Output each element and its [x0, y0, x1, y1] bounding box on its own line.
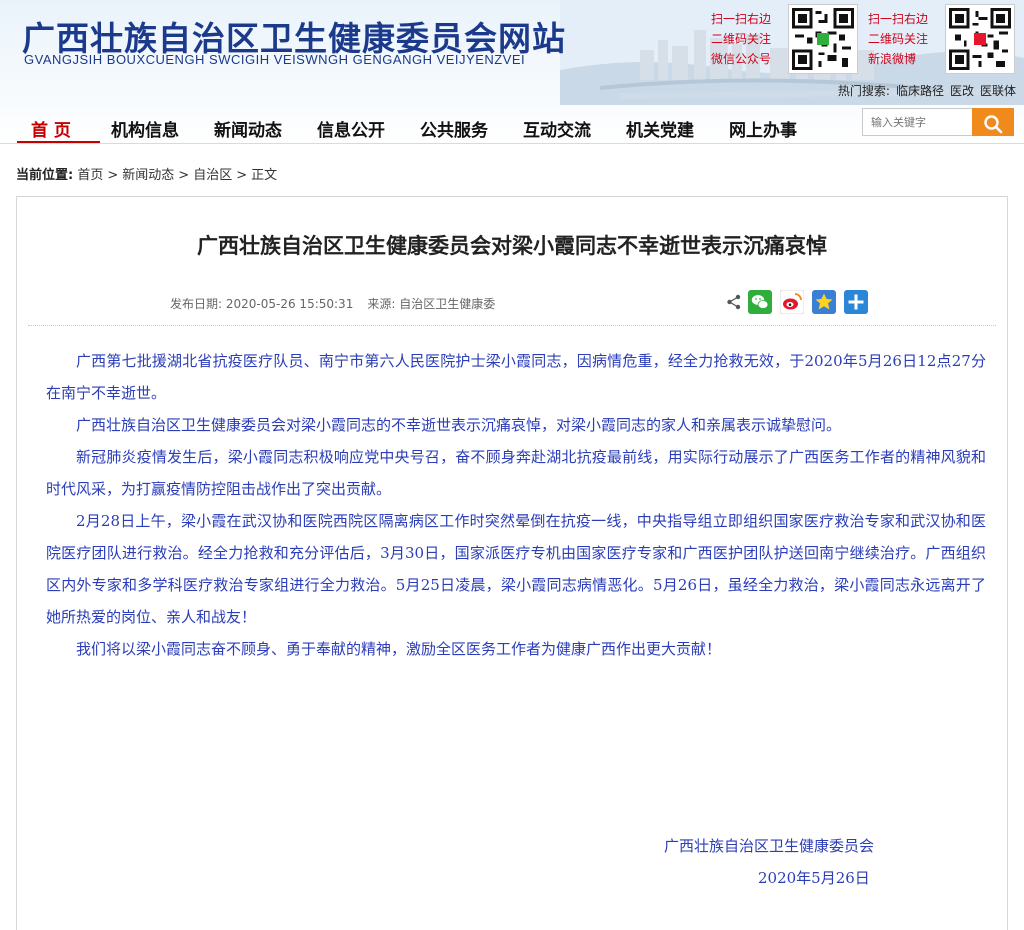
nav-divider: [0, 143, 1024, 144]
main-nav: 首 页 机构信息 新闻动态 信息公开 公共服务 互动交流 机关党建 网上办事: [0, 108, 860, 144]
nav-online-services[interactable]: 网上办事: [729, 116, 797, 141]
wechat-qr-code: [788, 4, 858, 74]
wechat-share-icon[interactable]: [748, 290, 772, 314]
breadcrumb-link[interactable]: 自治区: [193, 168, 232, 183]
breadcrumb-link[interactable]: 首页: [77, 168, 103, 183]
hot-search: 热门搜索: 临床路径 医改 医联体: [837, 84, 1016, 98]
search-icon: [984, 115, 1003, 134]
nav-home[interactable]: 首 页: [31, 116, 71, 141]
breadcrumb-current: 正文: [251, 168, 278, 183]
nav-info-disclosure[interactable]: 信息公开: [317, 116, 385, 141]
article-paragraph: 广西壮族自治区卫生健康委员会对梁小霞同志的不幸逝世表示沉痛哀悼，对梁小霞同志的家…: [76, 416, 842, 434]
nav-interaction[interactable]: 互动交流: [523, 116, 591, 141]
nav-news[interactable]: 新闻动态: [214, 116, 282, 141]
nav-party-building[interactable]: 机关党建: [626, 116, 694, 141]
breadcrumb: 当前位置: 首页 > 新闻动态 > 自治区 > 正文: [16, 168, 278, 183]
article-source: 自治区卫生健康委: [399, 297, 496, 311]
breadcrumb-link[interactable]: 新闻动态: [122, 168, 174, 183]
article-paragraph: 新冠肺炎疫情发生后，梁小霞同志积极响应党中央号召，奋不顾身奔赴湖北抗疫最前线，用…: [46, 448, 986, 498]
search-button[interactable]: [972, 108, 1014, 136]
weibo-qr-caption: 扫一扫右边 二维码关注 新浪微博: [868, 12, 929, 66]
signature-date: 2020年5月26日: [758, 869, 870, 887]
weibo-qr-code: [945, 4, 1015, 74]
nav-organization[interactable]: 机构信息: [111, 116, 179, 141]
hot-search-link[interactable]: 医改: [950, 84, 974, 98]
favorite-star-icon[interactable]: [812, 290, 836, 314]
weibo-share-icon[interactable]: [780, 290, 804, 314]
search-input[interactable]: [862, 108, 974, 136]
hot-search-link[interactable]: 临床路径: [896, 84, 944, 98]
article-title: 广西壮族自治区卫生健康委员会对梁小霞同志不幸逝世表示沉痛哀悼: [197, 234, 827, 258]
site-subtitle: GVANGJSIH BOUXCUENGH SWCIGIH VEISWNGH GE…: [24, 52, 526, 67]
article-paragraph: 2月28日上午，梁小霞在武汉协和医院西院区隔离病区工作时突然晕倒在抗疫一线，中央…: [46, 512, 986, 626]
article-paragraph: 我们将以梁小霞同志奋不顾身、勇于奉献的精神，激励全区医务工作者为健康广西作出更大…: [76, 640, 722, 658]
publish-date: 2020-05-26 15:50:31: [225, 297, 354, 311]
meta-divider: [28, 325, 996, 326]
article-body: 广西第七批援湖北省抗疫医疗队员、南宁市第六人民医院护士梁小霞同志，因病情危重，经…: [46, 345, 986, 665]
search-bar: [862, 108, 1014, 136]
share-icon[interactable]: [726, 294, 742, 310]
more-share-plus-icon[interactable]: [844, 290, 868, 314]
site-header: 广西壮族自治区卫生健康委员会网站 GVANGJSIH BOUXCUENGH SW…: [0, 0, 1024, 145]
hot-search-link[interactable]: 医联体: [980, 84, 1016, 98]
article-paragraph: 广西第七批援湖北省抗疫医疗队员、南宁市第六人民医院护士梁小霞同志，因病情危重，经…: [46, 352, 986, 402]
article-meta: 发布日期: 2020-05-26 15:50:31 来源: 自治区卫生健康委: [170, 297, 496, 311]
wechat-qr-caption: 扫一扫右边 二维码关注 微信公众号: [711, 12, 772, 66]
nav-public-service[interactable]: 公共服务: [420, 116, 488, 141]
signature-org: 广西壮族自治区卫生健康委员会: [664, 837, 875, 855]
